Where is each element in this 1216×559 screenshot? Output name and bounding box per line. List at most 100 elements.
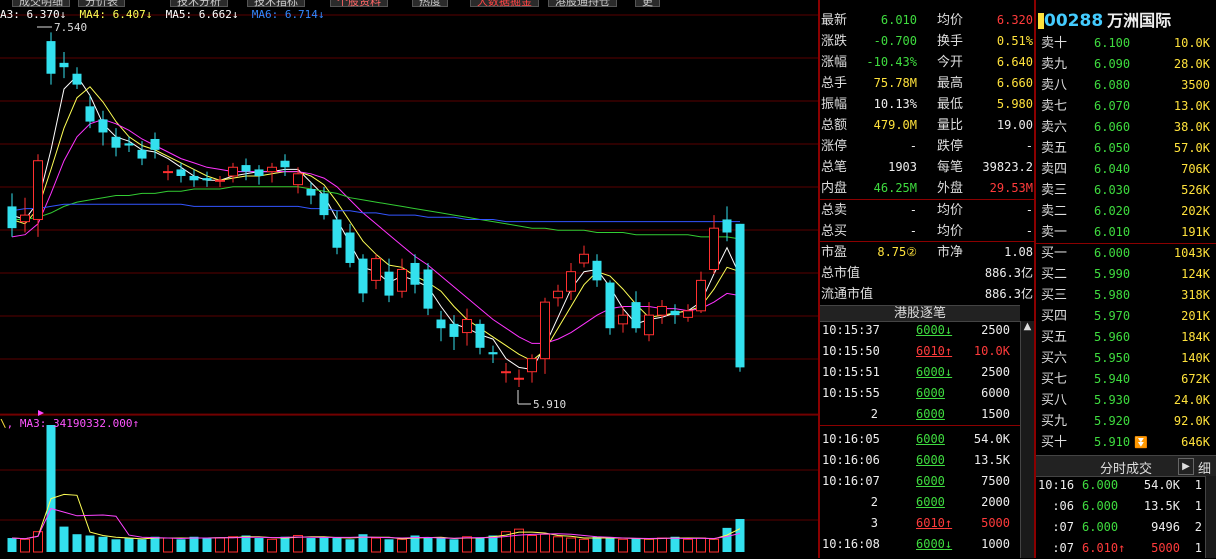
- candle: [605, 280, 615, 335]
- volume-bar: [462, 536, 472, 553]
- hk-tick-row: 10:15:55 6000 6000: [820, 383, 1020, 404]
- order-book-row[interactable]: 卖五 6.050 57.0K: [1036, 138, 1216, 159]
- order-level-label: 买一: [1041, 246, 1068, 261]
- order-book-row[interactable]: 买九 5.920 92.0K: [1036, 411, 1216, 432]
- order-book-row[interactable]: 卖三 6.030 526K: [1036, 180, 1216, 201]
- quote-label: 涨幅: [821, 55, 848, 70]
- candle-body: [72, 73, 82, 85]
- order-book-row[interactable]: 买四 5.970 201K: [1036, 306, 1216, 327]
- quote-row: 总手 75.78M 最高 6.660: [819, 73, 1035, 94]
- volume-bar: [618, 538, 628, 553]
- candle-body: [33, 160, 43, 220]
- tab-4[interactable]: 个股资料: [330, 0, 388, 7]
- order-book-row[interactable]: 卖八 6.080 3500: [1036, 75, 1216, 96]
- volume-bar: [345, 539, 355, 552]
- order-level-label: 卖八: [1041, 78, 1068, 93]
- order-book-row[interactable]: 卖四 6.040 706K: [1036, 159, 1216, 180]
- order-book-row[interactable]: 卖六 6.060 38.0K: [1036, 117, 1216, 138]
- order-volume: 13.0K: [1173, 99, 1210, 113]
- tab-7[interactable]: 港股通持仓: [548, 0, 617, 7]
- min-ticks-scrollbar[interactable]: [1205, 476, 1216, 558]
- scroll-up-icon[interactable]: ▲: [1021, 321, 1034, 333]
- volume-bar: [475, 538, 485, 552]
- hk-tick-row: 10:15:50 6010↑ 10.0K: [820, 341, 1020, 362]
- high-price-label: 7.540: [54, 21, 87, 34]
- order-book-row[interactable]: 买一 6.000 1043K: [1036, 243, 1216, 264]
- order-book-row[interactable]: 买十 5.910 ⏬ 646K: [1036, 432, 1216, 453]
- candle-body: [332, 219, 342, 248]
- order-price: 5.980: [1094, 288, 1131, 302]
- candle: [72, 67, 82, 89]
- order-level-label: 卖七: [1041, 99, 1068, 114]
- tab-5[interactable]: 热度: [412, 0, 448, 7]
- quote-label: 总额: [821, 118, 848, 133]
- candlesticks: [7, 32, 745, 387]
- order-book-row[interactable]: 卖九 6.090 28.0K: [1036, 54, 1216, 75]
- candle-body: [501, 371, 511, 374]
- tab-3[interactable]: 技术指标: [247, 0, 305, 7]
- tab-2[interactable]: 技术分析: [170, 0, 228, 7]
- order-level-label: 买七: [1041, 372, 1068, 387]
- quote-row: 涨幅 -10.43% 今开 6.640: [819, 52, 1035, 73]
- quote-value: 6.010: [880, 13, 917, 27]
- candle-body: [358, 258, 368, 294]
- kline-chart[interactable]: 7.540 5.910: [0, 0, 818, 558]
- order-volume: 184K: [1181, 330, 1210, 344]
- candle-body: [423, 269, 433, 309]
- top-tab-bar: 成交明细 分价表 技术分析 技术指标 个股资料 热度 大数据掘金 港股通持仓 更多: [0, 0, 660, 7]
- candle: [722, 206, 732, 242]
- order-price: 5.970: [1094, 309, 1131, 323]
- order-book-row[interactable]: 买七 5.940 672K: [1036, 369, 1216, 390]
- volume-bar: [722, 527, 732, 552]
- tab-1[interactable]: 分价表: [78, 0, 125, 7]
- candle: [709, 215, 719, 274]
- volume-bar: [371, 537, 381, 553]
- hk-ticks-scrollbar[interactable]: ▲: [1020, 321, 1034, 558]
- candle: [280, 154, 290, 176]
- expand-arrow-icon[interactable]: ▶: [1178, 458, 1194, 475]
- volume-ma3-legend: MA3: 34190332.000↑: [19, 417, 140, 430]
- quote-value: 5.980: [996, 97, 1033, 111]
- order-level-label: 买十: [1041, 435, 1068, 450]
- up-arrow-icon: ↑: [944, 516, 953, 530]
- candle: [410, 254, 420, 294]
- order-book-row[interactable]: 买六 5.950 140K: [1036, 348, 1216, 369]
- order-volume: 10.0K: [1173, 36, 1210, 50]
- order-book-row[interactable]: 卖一 6.010 191K: [1036, 222, 1216, 243]
- candle-body: [631, 302, 641, 329]
- order-book-row[interactable]: 买八 5.930 24.0K: [1036, 390, 1216, 411]
- candle-body: [722, 219, 732, 233]
- candle-body: [657, 305, 667, 316]
- order-book-row[interactable]: 买三 5.980 318K: [1036, 285, 1216, 306]
- candle: [397, 258, 407, 298]
- candle-body: [20, 214, 30, 223]
- quote-value: 39823.2: [982, 160, 1033, 174]
- volume-bar: [527, 534, 537, 553]
- order-book-row[interactable]: 买二 5.990 124K: [1036, 264, 1216, 285]
- order-level-label: 卖四: [1041, 162, 1068, 177]
- volume-bar: [683, 538, 693, 553]
- tick-price: 6.010↑: [1082, 541, 1126, 555]
- order-book-row[interactable]: 卖十 6.100 10.0K: [1036, 33, 1216, 54]
- candle: [150, 132, 160, 159]
- tick-volume: 5000: [981, 516, 1010, 530]
- order-volume: 201K: [1181, 309, 1210, 323]
- candle: [618, 306, 628, 333]
- order-book-row[interactable]: 卖七 6.070 13.0K: [1036, 96, 1216, 117]
- candle: [33, 154, 43, 237]
- tick-price: 6010↑: [916, 516, 953, 530]
- order-price: 5.990: [1094, 267, 1131, 281]
- tab-0[interactable]: 成交明细: [12, 0, 70, 7]
- order-book-row[interactable]: 买五 5.960 184K: [1036, 327, 1216, 348]
- quote-value: 46.25M: [873, 181, 917, 195]
- order-book-row[interactable]: 卖二 6.020 202K: [1036, 201, 1216, 222]
- tab-6[interactable]: 大数据掘金: [470, 0, 539, 7]
- hk-tick-row: 10:15:51 6000↓ 2500: [820, 362, 1020, 383]
- tab-8[interactable]: 更多: [635, 0, 660, 7]
- candle: [566, 262, 576, 300]
- candle: [631, 291, 641, 333]
- order-level-label: 卖五: [1041, 141, 1068, 156]
- candle-body: [267, 166, 277, 173]
- order-level-label: 卖六: [1041, 120, 1068, 135]
- quote-row: 涨停 - 跌停 -: [819, 136, 1035, 157]
